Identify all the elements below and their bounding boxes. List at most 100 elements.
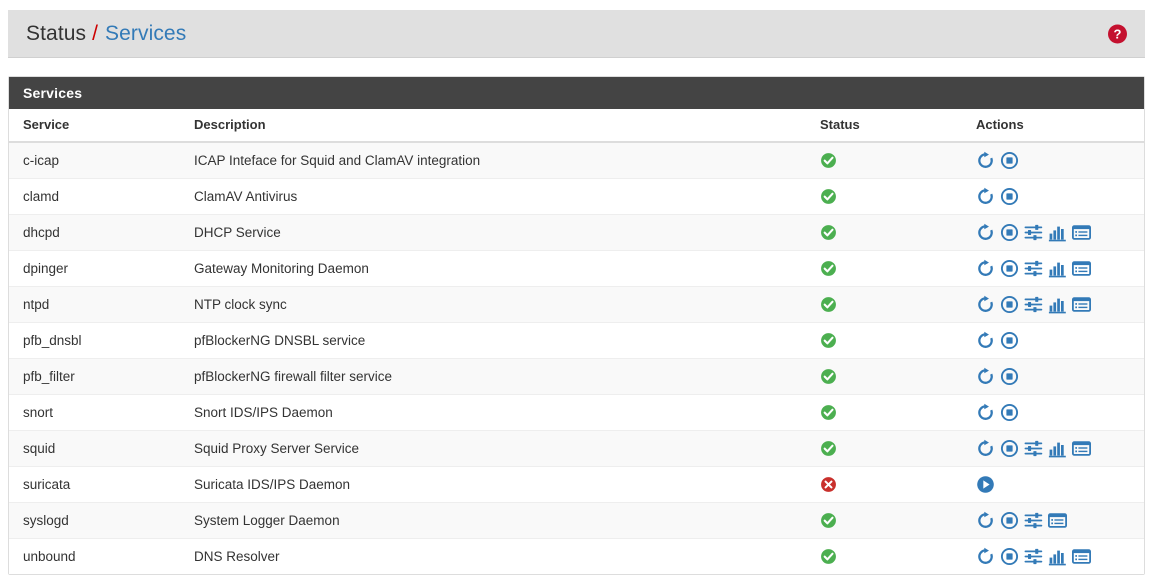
cell-description: pfBlockerNG firewall filter service (186, 358, 812, 395)
cell-description: NTP clock sync (186, 286, 812, 323)
cell-status (812, 250, 968, 287)
stop-icon[interactable] (1000, 259, 1019, 278)
svg-text:?: ? (1114, 26, 1122, 41)
cell-actions (968, 286, 1144, 323)
table-row: pfb_dnsbl pfBlockerNG DNSBL service (9, 322, 1144, 359)
settings-sliders-icon[interactable] (1024, 223, 1043, 242)
settings-sliders-icon[interactable] (1024, 439, 1043, 458)
restart-icon[interactable] (976, 223, 995, 242)
check-circle-icon (820, 404, 837, 421)
help-circle-icon[interactable]: ? (1108, 24, 1127, 43)
check-circle-icon (820, 332, 837, 349)
restart-icon[interactable] (976, 439, 995, 458)
cell-description: pfBlockerNG DNSBL service (186, 322, 812, 359)
cell-status (812, 502, 968, 539)
settings-sliders-icon[interactable] (1024, 295, 1043, 314)
restart-icon[interactable] (976, 547, 995, 566)
stop-icon[interactable] (1000, 403, 1019, 422)
check-circle-icon (820, 368, 837, 385)
cell-actions (968, 178, 1144, 215)
check-circle-icon (820, 296, 837, 313)
cell-service-name: snort (9, 394, 186, 431)
restart-icon[interactable] (976, 187, 995, 206)
cell-service-name: clamd (9, 178, 186, 215)
restart-icon[interactable] (976, 403, 995, 422)
cell-service-name: dpinger (9, 250, 186, 287)
log-list-icon[interactable] (1071, 259, 1092, 278)
stop-icon[interactable] (1000, 295, 1019, 314)
table-row: snort Snort IDS/IPS Daemon (9, 394, 1144, 431)
cell-status (812, 358, 968, 395)
cell-status (812, 141, 968, 179)
column-header-service: Service (9, 109, 186, 143)
cell-service-name: dhcpd (9, 214, 186, 251)
table-row: c-icap ICAP Inteface for Squid and ClamAV… (9, 141, 1144, 179)
table-head: Service Description Status Actions (9, 109, 1144, 143)
bar-chart-icon[interactable] (1048, 223, 1067, 242)
bar-chart-icon[interactable] (1048, 439, 1067, 458)
cell-status (812, 430, 968, 467)
start-icon[interactable] (976, 475, 995, 494)
table-row: unbound DNS Resolver (9, 538, 1144, 574)
cell-actions (968, 538, 1144, 574)
restart-icon[interactable] (976, 367, 995, 386)
table-row: dpinger Gateway Monitoring Daemon (9, 250, 1144, 287)
cell-service-name: c-icap (9, 141, 186, 179)
table-row: dhcpd DHCP Service (9, 214, 1144, 251)
stop-icon[interactable] (1000, 439, 1019, 458)
stop-icon[interactable] (1000, 511, 1019, 530)
restart-icon[interactable] (976, 151, 995, 170)
column-header-actions: Actions (968, 109, 1144, 143)
cell-description: DHCP Service (186, 214, 812, 251)
log-list-icon[interactable] (1071, 439, 1092, 458)
stop-icon[interactable] (1000, 187, 1019, 206)
restart-icon[interactable] (976, 259, 995, 278)
settings-sliders-icon[interactable] (1024, 259, 1043, 278)
bar-chart-icon[interactable] (1048, 259, 1067, 278)
check-circle-icon (820, 512, 837, 529)
bar-chart-icon[interactable] (1048, 547, 1067, 566)
cell-actions (968, 322, 1144, 359)
cell-description: DNS Resolver (186, 538, 812, 574)
check-circle-icon (820, 440, 837, 457)
log-list-icon[interactable] (1047, 511, 1068, 530)
restart-icon[interactable] (976, 511, 995, 530)
stop-icon[interactable] (1000, 223, 1019, 242)
breadcrumb-current[interactable]: Services (105, 22, 186, 46)
cell-status (812, 178, 968, 215)
breadcrumb: Status / Services ? (8, 10, 1145, 58)
check-circle-icon (820, 224, 837, 241)
cell-actions (968, 250, 1144, 287)
stop-icon[interactable] (1000, 547, 1019, 566)
breadcrumb-root: Status (26, 21, 87, 45)
restart-icon[interactable] (976, 331, 995, 350)
log-list-icon[interactable] (1071, 295, 1092, 314)
stop-icon[interactable] (1000, 331, 1019, 350)
bar-chart-icon[interactable] (1048, 295, 1067, 314)
check-circle-icon (820, 152, 837, 169)
table-row: ntpd NTP clock sync (9, 286, 1144, 323)
settings-sliders-icon[interactable] (1024, 511, 1043, 530)
breadcrumb-separator: / (92, 21, 98, 45)
check-circle-icon (820, 260, 837, 277)
cell-actions (968, 358, 1144, 395)
log-list-icon[interactable] (1071, 223, 1092, 242)
column-header-description: Description (186, 109, 812, 143)
check-circle-icon (820, 548, 837, 565)
table-row: squid Squid Proxy Server Service (9, 430, 1144, 467)
restart-icon[interactable] (976, 295, 995, 314)
settings-sliders-icon[interactable] (1024, 547, 1043, 566)
cell-status (812, 466, 968, 503)
cell-actions (968, 141, 1144, 179)
cell-status (812, 214, 968, 251)
cell-description: Squid Proxy Server Service (186, 430, 812, 467)
log-list-icon[interactable] (1071, 547, 1092, 566)
cell-status (812, 322, 968, 359)
table-row: pfb_filter pfBlockerNG firewall filter se… (9, 358, 1144, 395)
table-row: suricata Suricata IDS/IPS Daemon (9, 466, 1144, 503)
stop-icon[interactable] (1000, 151, 1019, 170)
cell-service-name: ntpd (9, 286, 186, 323)
stop-icon[interactable] (1000, 367, 1019, 386)
cell-description: Snort IDS/IPS Daemon (186, 394, 812, 431)
cell-description: Gateway Monitoring Daemon (186, 250, 812, 287)
